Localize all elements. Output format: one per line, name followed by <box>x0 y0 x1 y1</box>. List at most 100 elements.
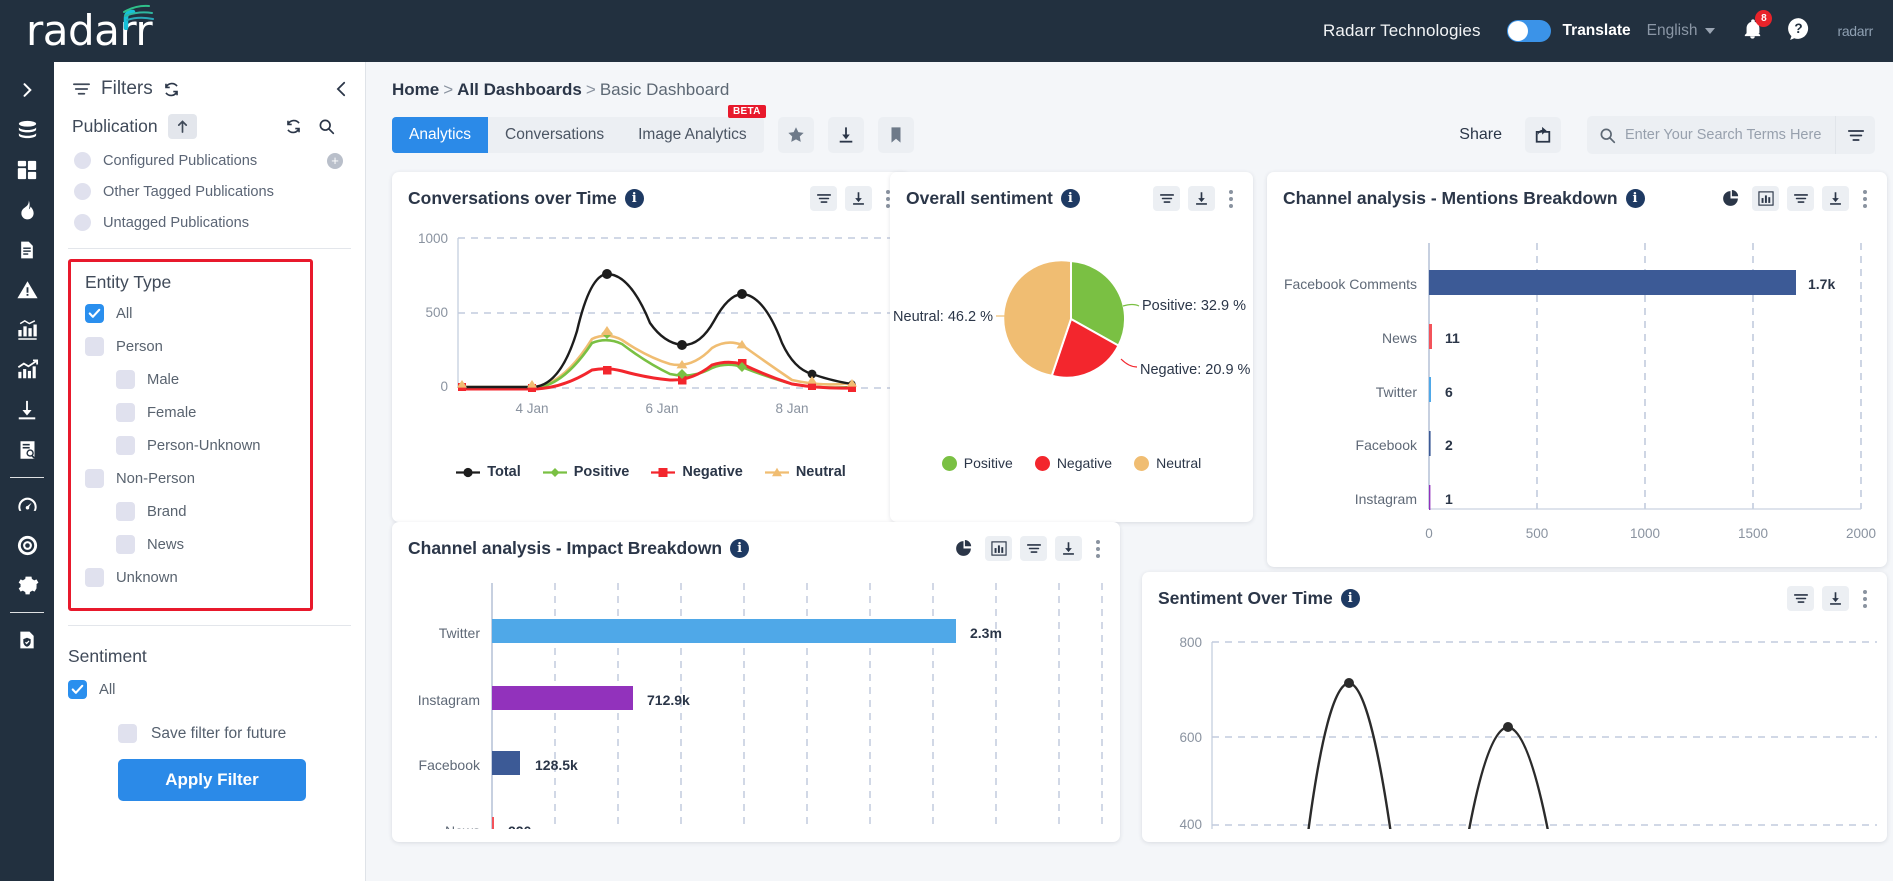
pie-view-button[interactable] <box>950 536 977 561</box>
chart-filter-button[interactable] <box>1020 536 1047 561</box>
radio-icon[interactable] <box>74 152 91 169</box>
help-button[interactable]: ? <box>1786 16 1811 46</box>
entity-option-news[interactable]: News <box>71 528 310 561</box>
rail-analytics-trend[interactable] <box>0 350 54 390</box>
chart-menu-button[interactable] <box>1090 539 1106 558</box>
publication-sort-button[interactable] <box>167 114 197 139</box>
legend-neutral[interactable]: Neutral <box>764 464 846 480</box>
notifications-button[interactable]: 8 <box>1741 9 1773 46</box>
entity-option-non-person[interactable]: Non-Person <box>71 462 310 495</box>
info-icon[interactable]: i <box>1060 189 1080 208</box>
rail-trending[interactable] <box>0 190 54 230</box>
legend-positive[interactable]: Positive <box>542 464 629 480</box>
bar-view-button[interactable] <box>1752 186 1779 211</box>
chart-download-button[interactable] <box>845 186 872 211</box>
share-button[interactable] <box>1525 117 1561 153</box>
radarr-logo[interactable]: radarr <box>26 4 155 52</box>
add-publication-button[interactable]: + <box>327 152 343 169</box>
checkbox-icon[interactable] <box>116 370 135 389</box>
checkbox-icon[interactable] <box>116 502 135 521</box>
rail-dashboard[interactable] <box>0 150 54 190</box>
rail-alerts[interactable] <box>0 270 54 310</box>
tab-image-analytics[interactable]: Image Analytics BETA <box>621 105 766 153</box>
publication-refresh-button[interactable] <box>285 118 302 135</box>
language-value[interactable]: English <box>1647 22 1698 40</box>
search-box[interactable] <box>1587 116 1875 154</box>
rail-report-search[interactable] <box>0 430 54 470</box>
publication-option-configured[interactable]: Configured Publications + <box>54 145 365 176</box>
entity-option-male[interactable]: Male <box>71 363 310 396</box>
legend-negative[interactable]: Negative <box>1034 455 1112 471</box>
search-filter-button[interactable] <box>1835 116 1875 154</box>
legend-total[interactable]: Total <box>456 464 521 480</box>
chart-download-button[interactable] <box>1188 186 1215 211</box>
legend-positive[interactable]: Positive <box>941 455 1013 471</box>
tab-analytics[interactable]: Analytics <box>392 117 489 153</box>
checkbox-icon[interactable] <box>85 337 104 356</box>
chart-menu-button[interactable] <box>1857 589 1873 608</box>
rail-documents[interactable] <box>0 230 54 270</box>
chart-menu-button[interactable] <box>1857 189 1873 208</box>
favorite-button[interactable] <box>777 117 814 153</box>
rail-performance[interactable] <box>0 485 54 525</box>
chart-filter-button[interactable] <box>1787 586 1814 611</box>
chart-filter-button[interactable] <box>810 186 837 211</box>
entity-option-person-unknown[interactable]: Person-Unknown <box>71 429 310 462</box>
chart-filter-button[interactable] <box>1787 186 1814 211</box>
save-filter-row[interactable]: Save filter for future <box>68 706 365 743</box>
checkbox-icon[interactable] <box>68 680 87 699</box>
rail-target[interactable] <box>0 525 54 565</box>
tab-conversations[interactable]: Conversations <box>488 117 621 153</box>
bar-view-button[interactable] <box>985 536 1012 561</box>
rail-security[interactable] <box>0 620 54 660</box>
entity-option-all[interactable]: All <box>71 297 310 330</box>
chart-download-button[interactable] <box>1822 586 1849 611</box>
checkbox-icon[interactable] <box>85 304 104 323</box>
entity-option-person[interactable]: Person <box>71 330 310 363</box>
download-dashboard-button[interactable] <box>827 117 864 153</box>
sentiment-option-all[interactable]: All <box>68 673 365 706</box>
translate-toggle[interactable] <box>1506 20 1551 42</box>
breadcrumb-all-dashboards[interactable]: All Dashboards <box>457 80 582 99</box>
rail-database[interactable] <box>0 110 54 150</box>
radio-icon[interactable] <box>74 214 91 231</box>
filter-icon <box>816 194 831 203</box>
info-icon[interactable]: i <box>730 539 750 558</box>
legend-negative[interactable]: Negative <box>651 464 743 480</box>
checkbox-icon[interactable] <box>118 724 137 743</box>
legend-neutral[interactable]: Neutral <box>1134 455 1201 471</box>
chart-download-button[interactable] <box>1055 536 1082 561</box>
apply-filter-button[interactable]: Apply Filter <box>118 759 306 801</box>
rail-downloads[interactable] <box>0 390 54 430</box>
chart-filter-button[interactable] <box>1153 186 1180 211</box>
info-icon[interactable]: i <box>1340 589 1360 608</box>
chart-download-button[interactable] <box>1822 186 1849 211</box>
rail-bar-chart[interactable] <box>0 310 54 350</box>
bar-value-facebook: 2 <box>1445 437 1453 453</box>
bookmark-button[interactable] <box>877 117 914 153</box>
chevron-down-icon[interactable] <box>1705 28 1716 34</box>
entity-option-unknown[interactable]: Unknown <box>71 561 310 594</box>
breadcrumb-home[interactable]: Home <box>392 80 439 99</box>
expand-rail-chevron[interactable] <box>0 70 54 110</box>
info-icon[interactable]: i <box>1625 189 1645 208</box>
checkbox-icon[interactable] <box>116 403 135 422</box>
search-input[interactable] <box>1616 127 1835 143</box>
checkbox-icon[interactable] <box>85 469 104 488</box>
checkbox-icon[interactable] <box>116 535 135 554</box>
info-icon[interactable]: i <box>624 189 644 208</box>
entity-option-female[interactable]: Female <box>71 396 310 429</box>
checkbox-icon[interactable] <box>85 568 104 587</box>
chart-menu-button[interactable] <box>1223 189 1239 208</box>
entity-option-brand[interactable]: Brand <box>71 495 310 528</box>
rail-settings[interactable] <box>0 565 54 605</box>
radio-icon[interactable] <box>74 183 91 200</box>
filters-refresh-button[interactable] <box>163 81 180 98</box>
publication-option-untagged[interactable]: Untagged Publications <box>54 207 365 238</box>
impact-breakdown-chart: 2.3m Twitter 712.9k Instagram 128.5k Fac… <box>418 583 1103 841</box>
publication-search-button[interactable] <box>318 118 335 135</box>
checkbox-icon[interactable] <box>116 436 135 455</box>
collapse-filters-button[interactable] <box>334 80 349 98</box>
publication-option-other-tagged[interactable]: Other Tagged Publications <box>54 176 365 207</box>
pie-view-button[interactable] <box>1717 186 1744 211</box>
